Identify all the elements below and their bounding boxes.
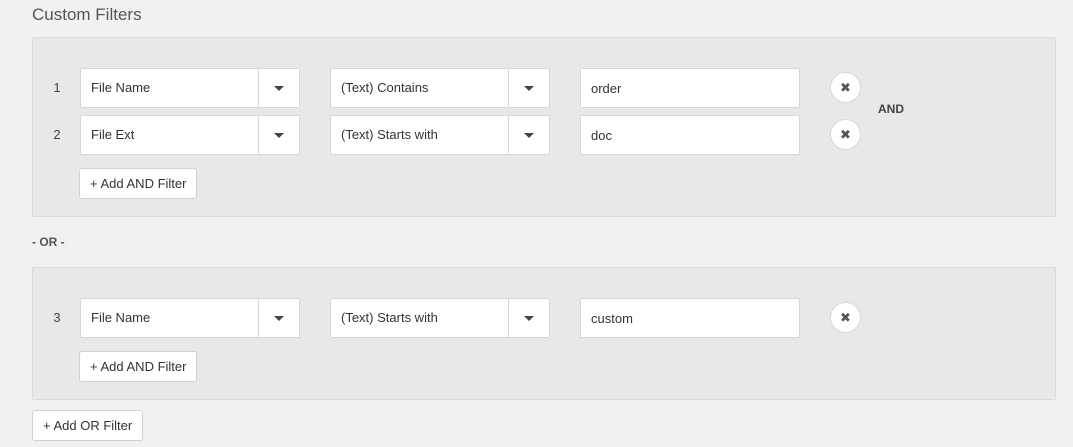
caret-down-icon: [274, 316, 284, 321]
operator-select-toggle[interactable]: [508, 69, 549, 107]
operator-select[interactable]: (Text) Starts with: [330, 298, 550, 338]
operator-select-toggle[interactable]: [508, 299, 549, 337]
caret-down-icon: [274, 86, 284, 91]
close-icon: ✖: [840, 127, 851, 142]
filter-group-2: 3 File Name (Text) Starts with ✖ + Add A…: [32, 267, 1056, 400]
caret-down-icon: [524, 316, 534, 321]
value-input[interactable]: [580, 298, 800, 338]
filter-row-3: 3 File Name (Text) Starts with ✖: [33, 298, 1055, 338]
operator-select[interactable]: (Text) Contains: [330, 68, 550, 108]
custom-filters-page: Custom Filters 1 File Name (Text) Contai…: [0, 0, 1073, 447]
caret-down-icon: [274, 133, 284, 138]
or-separator: - OR -: [32, 235, 65, 249]
field-select-value: File Ext: [91, 127, 135, 142]
operator-select-value: (Text) Contains: [341, 80, 429, 95]
row-number: 3: [53, 310, 61, 325]
field-select-toggle[interactable]: [258, 69, 299, 107]
row-number: 1: [53, 80, 61, 95]
value-input[interactable]: [580, 115, 800, 155]
field-select[interactable]: File Name: [80, 68, 300, 108]
close-icon: ✖: [840, 310, 851, 325]
field-select-toggle[interactable]: [258, 299, 299, 337]
operator-select-value: (Text) Starts with: [341, 310, 438, 325]
field-select[interactable]: File Ext: [80, 115, 300, 155]
caret-down-icon: [524, 86, 534, 91]
remove-filter-button[interactable]: ✖: [830, 302, 861, 333]
operator-select-toggle[interactable]: [508, 116, 549, 154]
section-title: Custom Filters: [32, 5, 142, 24]
remove-filter-button[interactable]: ✖: [830, 72, 861, 103]
add-and-filter-button[interactable]: + Add AND Filter: [79, 351, 198, 382]
add-and-filter-button[interactable]: + Add AND Filter: [79, 168, 198, 199]
row-number: 2: [53, 127, 61, 142]
remove-filter-button[interactable]: ✖: [830, 119, 861, 150]
close-icon: ✖: [840, 80, 851, 95]
operator-select[interactable]: (Text) Starts with: [330, 115, 550, 155]
field-select-toggle[interactable]: [258, 116, 299, 154]
caret-down-icon: [524, 133, 534, 138]
add-or-filter-button[interactable]: + Add OR Filter: [32, 410, 144, 441]
field-select-value: File Name: [91, 80, 151, 95]
filter-group-1: 1 File Name (Text) Contains ✖ 2 File Ext…: [32, 37, 1056, 217]
filter-row-2: 2 File Ext (Text) Starts with ✖: [33, 115, 1055, 155]
field-select-value: File Name: [91, 310, 151, 325]
and-join-label: AND: [878, 102, 904, 116]
field-select[interactable]: File Name: [80, 298, 300, 338]
value-input[interactable]: [580, 68, 800, 108]
operator-select-value: (Text) Starts with: [341, 127, 438, 142]
